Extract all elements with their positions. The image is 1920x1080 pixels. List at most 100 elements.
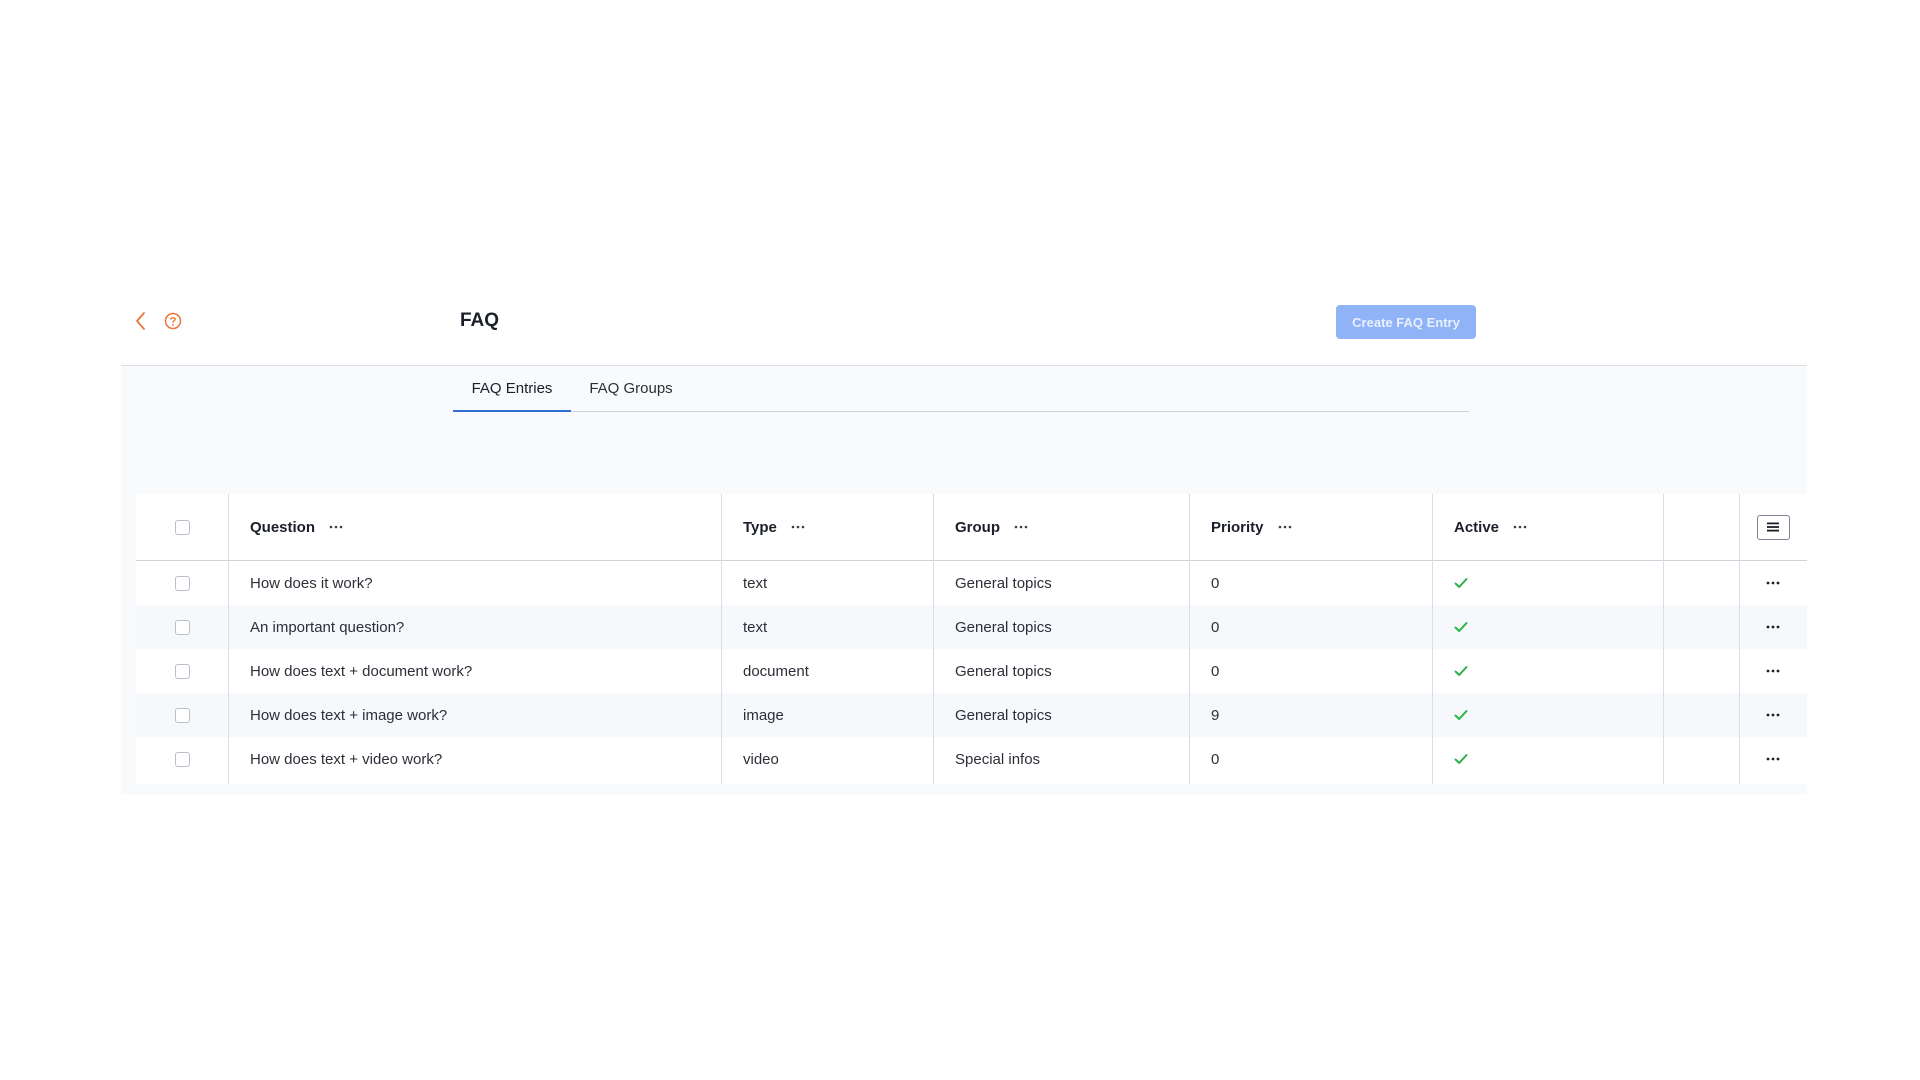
question-cell: An important question? (250, 618, 405, 636)
row-actions-menu[interactable] (1761, 749, 1785, 769)
active-cell (1432, 605, 1663, 649)
page-header: FAQ Create FAQ Entry (121, 297, 1807, 366)
check-icon (1454, 710, 1468, 720)
check-icon (1454, 754, 1468, 764)
row-actions-cell (1739, 561, 1807, 605)
column-header-group[interactable]: Group (933, 494, 1189, 560)
row-select-cell (136, 693, 228, 737)
column-header-label: Priority (1211, 518, 1264, 536)
active-cell (1432, 693, 1663, 737)
row-checkbox[interactable] (174, 707, 190, 723)
column-divider[interactable] (228, 494, 229, 784)
column-header-type[interactable]: Type (721, 494, 933, 560)
column-divider[interactable] (933, 494, 934, 784)
back-button[interactable] (130, 310, 152, 332)
group-cell: General topics (955, 662, 1052, 680)
content-area: FAQ Entries FAQ Groups Question Type Gro… (121, 366, 1807, 795)
check-icon (1454, 622, 1468, 632)
faq-table: Question Type Group Priority Active How … (136, 494, 1807, 784)
question-circle-icon (164, 312, 182, 330)
tab-bar: FAQ Entries FAQ Groups (453, 366, 1469, 412)
column-settings-cell (1739, 494, 1807, 560)
table-row[interactable]: How does it work? text General topics 0 (136, 561, 1807, 605)
priority-cell: 0 (1211, 574, 1220, 592)
table-row[interactable]: An important question? text General topi… (136, 605, 1807, 649)
question-cell: How does it work? (250, 574, 373, 592)
row-actions-cell (1739, 649, 1807, 693)
faq-module: FAQ Create FAQ Entry FAQ Entries FAQ Gro… (121, 297, 1807, 795)
more-horizontal-icon[interactable] (1014, 519, 1028, 535)
more-horizontal-icon[interactable] (1278, 519, 1292, 535)
chevron-left-icon (136, 312, 145, 330)
column-header-label: Group (955, 518, 1000, 536)
row-actions-cell (1739, 605, 1807, 649)
row-checkbox[interactable] (174, 619, 190, 635)
active-cell (1432, 737, 1663, 781)
priority-cell: 9 (1211, 706, 1220, 724)
question-cell: How does text + video work? (250, 750, 443, 768)
check-icon (1454, 666, 1468, 676)
create-faq-entry-button[interactable]: Create FAQ Entry (1336, 305, 1476, 339)
more-horizontal-icon (1766, 757, 1780, 761)
tab-faq-entries[interactable]: FAQ Entries (453, 366, 571, 412)
active-cell (1432, 649, 1663, 693)
column-divider[interactable] (1432, 494, 1433, 784)
type-cell: image (743, 706, 784, 724)
row-select-cell (136, 561, 228, 605)
group-cell: Special infos (955, 750, 1041, 768)
priority-cell: 0 (1211, 618, 1220, 636)
more-horizontal-icon (1766, 669, 1780, 673)
group-cell: General topics (955, 618, 1052, 636)
type-cell: text (743, 574, 768, 592)
group-cell: General topics (955, 574, 1052, 592)
more-horizontal-icon (1766, 581, 1780, 585)
column-header-label: Active (1454, 518, 1500, 536)
column-header-priority[interactable]: Priority (1189, 494, 1432, 560)
column-header-active[interactable]: Active (1432, 494, 1663, 560)
row-select-cell (136, 605, 228, 649)
column-divider[interactable] (1663, 494, 1664, 784)
table-header: Question Type Group Priority Active (136, 494, 1807, 561)
check-icon (1454, 578, 1468, 588)
more-horizontal-icon[interactable] (1513, 519, 1527, 535)
more-horizontal-icon[interactable] (329, 519, 343, 535)
select-all-checkbox[interactable] (174, 519, 190, 535)
row-actions-menu[interactable] (1761, 705, 1785, 725)
column-divider[interactable] (1739, 494, 1740, 784)
row-checkbox[interactable] (174, 575, 190, 591)
table-row[interactable]: How does text + image work? image Genera… (136, 693, 1807, 737)
question-cell: How does text + image work? (250, 706, 448, 724)
row-checkbox[interactable] (174, 663, 190, 679)
row-actions-menu[interactable] (1761, 617, 1785, 637)
more-horizontal-icon (1766, 713, 1780, 717)
priority-cell: 0 (1211, 662, 1220, 680)
row-actions-menu[interactable] (1761, 661, 1785, 681)
page-title: FAQ (460, 310, 500, 331)
row-checkbox[interactable] (174, 751, 190, 767)
more-horizontal-icon[interactable] (791, 519, 805, 535)
type-cell: text (743, 618, 768, 636)
group-cell: General topics (955, 706, 1052, 724)
priority-cell: 0 (1211, 750, 1220, 768)
select-all-cell (136, 494, 228, 560)
table-row[interactable]: How does text + document work? document … (136, 649, 1807, 693)
type-cell: video (743, 750, 779, 768)
page: FAQ Create FAQ Entry FAQ Entries FAQ Gro… (0, 0, 1920, 1080)
row-actions-cell (1739, 737, 1807, 781)
row-actions-menu[interactable] (1761, 573, 1785, 593)
row-select-cell (136, 737, 228, 781)
table-row[interactable]: How does text + video work? video Specia… (136, 737, 1807, 781)
column-divider[interactable] (1189, 494, 1190, 784)
column-divider[interactable] (721, 494, 722, 784)
help-button[interactable] (162, 310, 184, 332)
column-header-label: Type (743, 518, 777, 536)
type-cell: document (743, 662, 809, 680)
more-horizontal-icon (1766, 625, 1780, 629)
row-actions-cell (1739, 693, 1807, 737)
column-header-question[interactable]: Question (228, 494, 721, 560)
column-header-label: Question (250, 518, 316, 536)
tab-faq-groups[interactable]: FAQ Groups (571, 366, 691, 410)
list-settings-icon (1767, 522, 1779, 532)
column-settings-button[interactable] (1756, 514, 1790, 540)
active-cell (1432, 561, 1663, 605)
